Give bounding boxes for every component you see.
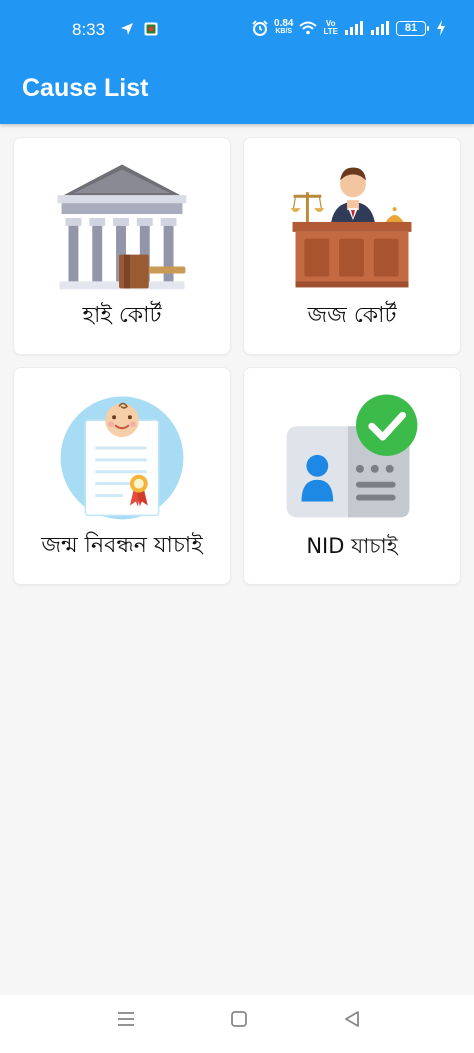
signal-icon-2 bbox=[371, 21, 389, 35]
network-speed-value: 0.84 bbox=[274, 18, 294, 29]
id-card-verified-icon bbox=[286, 394, 418, 518]
volte-bottom: LTE bbox=[323, 27, 338, 36]
back-triangle-icon[interactable] bbox=[342, 1009, 362, 1029]
navigation-arrow-icon bbox=[121, 23, 133, 35]
volte-indicator: Vo LTE bbox=[323, 20, 338, 36]
battery-indicator: 81 bbox=[396, 20, 429, 36]
birth-registration-card[interactable]: জন্ম নিবন্ধন যাচাই bbox=[13, 367, 231, 585]
page-title: Cause List bbox=[22, 74, 149, 102]
app-notification-icon bbox=[144, 22, 158, 36]
birth-certificate-icon bbox=[60, 396, 184, 520]
battery-level: 81 bbox=[404, 22, 418, 34]
charging-icon bbox=[437, 20, 445, 36]
network-speed: 0.84 KB/S bbox=[274, 18, 294, 36]
nid-label: NID যাচাই bbox=[306, 534, 398, 558]
app-bar: Cause List bbox=[0, 62, 474, 124]
high-court-card[interactable]: হাই কোর্ট bbox=[13, 137, 231, 355]
judge-court-label: জজ কোর্ট bbox=[307, 303, 397, 328]
system-navigation-bar bbox=[0, 995, 474, 1053]
status-bar: 8:33 0.84 KB/S Vo LTE 81 bbox=[0, 0, 474, 62]
judge-court-card[interactable]: জজ কোর্ট bbox=[243, 137, 461, 355]
high-court-label: হাই কোর্ট bbox=[82, 303, 162, 328]
wifi-icon bbox=[299, 21, 318, 35]
menu-icon[interactable] bbox=[116, 1009, 136, 1029]
signal-icon bbox=[345, 21, 363, 35]
high-court-building-icon bbox=[57, 164, 187, 290]
home-square-icon[interactable] bbox=[229, 1009, 249, 1029]
nid-card[interactable]: NID যাচাই bbox=[243, 367, 461, 585]
status-time: 8:33 bbox=[72, 20, 106, 39]
birth-registration-label: জন্ম নিবন্ধন যাচাই bbox=[41, 533, 203, 558]
judge-at-bench-icon bbox=[290, 167, 412, 288]
alarm-icon bbox=[252, 20, 268, 36]
network-speed-unit: KB/S bbox=[275, 28, 293, 35]
